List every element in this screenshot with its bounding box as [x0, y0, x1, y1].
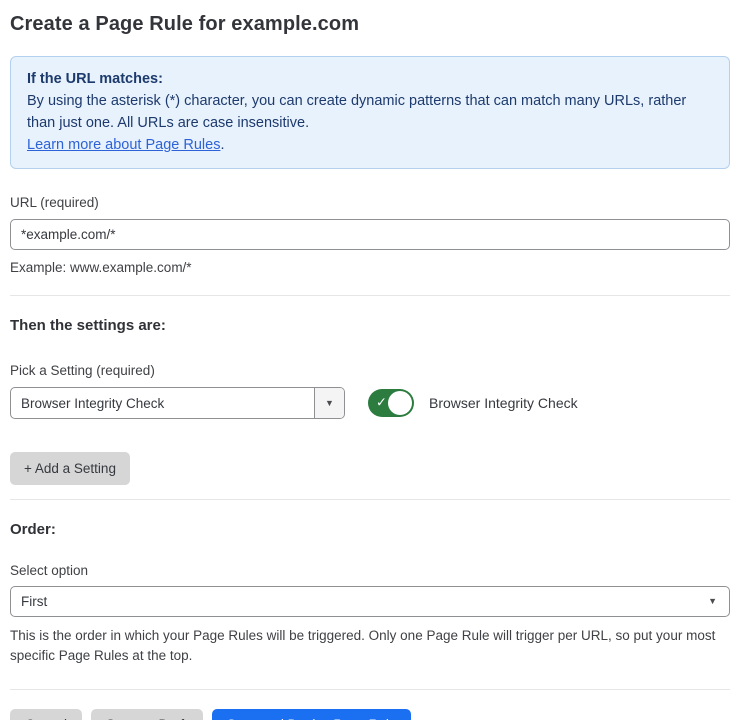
link-suffix: .	[220, 137, 224, 153]
save-as-draft-button[interactable]: Save as Draft	[91, 709, 203, 720]
url-field-label: URL (required)	[10, 195, 730, 210]
form-actions: Cancel Save as Draft Save and Deploy Pag…	[10, 709, 730, 720]
order-section-heading: Order:	[10, 521, 730, 538]
page-title: Create a Page Rule for example.com	[10, 13, 730, 36]
url-match-info-box: If the URL matches: By using the asteris…	[10, 56, 730, 169]
toggle-label: Browser Integrity Check	[429, 395, 578, 411]
setting-select-arrow-button[interactable]: ▼	[314, 388, 344, 418]
page-rule-form: Create a Page Rule for example.com If th…	[0, 0, 750, 720]
pick-setting-label: Pick a Setting (required)	[10, 363, 730, 378]
setting-row: Browser Integrity Check ▼ ✓ Browser Inte…	[10, 387, 730, 419]
setting-select-value: Browser Integrity Check	[11, 388, 314, 418]
settings-section-heading: Then the settings are:	[10, 317, 730, 334]
learn-more-link[interactable]: Learn more about Page Rules	[27, 137, 220, 153]
browser-integrity-toggle[interactable]: ✓	[368, 389, 414, 417]
divider	[10, 499, 730, 500]
setting-select[interactable]: Browser Integrity Check ▼	[10, 387, 345, 419]
toggle-knob	[388, 391, 412, 415]
divider	[10, 689, 730, 690]
order-select-value: First	[21, 594, 47, 609]
order-select-label: Select option	[10, 563, 730, 578]
check-icon: ✓	[376, 395, 387, 411]
info-box-body: By using the asterisk (*) character, you…	[27, 90, 713, 134]
save-and-deploy-button[interactable]: Save and Deploy Page Rule	[212, 709, 412, 720]
url-input[interactable]	[10, 219, 730, 250]
chevron-down-icon: ▼	[325, 399, 334, 408]
divider	[10, 295, 730, 296]
cancel-button[interactable]: Cancel	[10, 709, 82, 720]
order-helper-text: This is the order in which your Page Rul…	[10, 626, 722, 666]
url-example-helper: Example: www.example.com/*	[10, 258, 730, 278]
info-box-heading: If the URL matches:	[27, 68, 713, 90]
info-box-link-line: Learn more about Page Rules.	[27, 134, 713, 156]
add-setting-button[interactable]: + Add a Setting	[10, 452, 130, 485]
order-select[interactable]: First ▼	[10, 586, 730, 617]
chevron-down-icon: ▼	[708, 597, 717, 606]
